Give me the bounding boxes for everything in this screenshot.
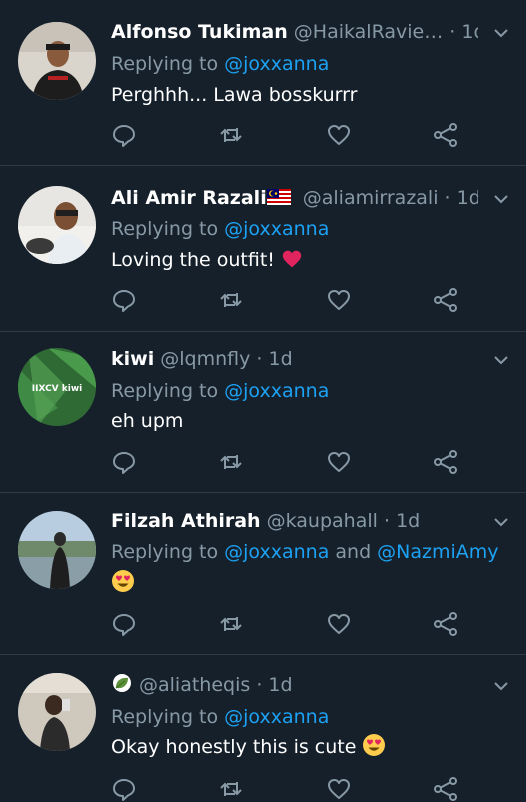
tweet-text-line bbox=[111, 569, 135, 597]
tweet-header: Filzah Athirah @kaupahall · 1d bbox=[111, 507, 478, 535]
replying-to: Replying to @joxxanna and @NazmiAmy bbox=[111, 538, 499, 566]
timestamp[interactable]: 1d bbox=[461, 21, 478, 43]
replying-prefix: Replying to bbox=[111, 541, 225, 563]
timestamp[interactable]: 1d bbox=[268, 674, 292, 696]
action-bar bbox=[111, 122, 457, 148]
tweet-text: Perghhh... Lawa bosskurrr bbox=[111, 84, 358, 106]
display-name[interactable]: Alfonso Tukiman bbox=[111, 21, 288, 43]
user-handle[interactable]: @HaikalRavie… bbox=[294, 21, 443, 43]
replying-to: Replying to @joxxanna bbox=[111, 377, 329, 405]
user-handle[interactable]: @aliatheqis bbox=[139, 674, 250, 696]
separator-dot: · bbox=[383, 510, 391, 532]
retweet-icon[interactable] bbox=[218, 611, 244, 637]
action-bar bbox=[111, 611, 457, 637]
replying-to: Replying to @joxxanna bbox=[111, 703, 329, 731]
tweet-header: @aliatheqis · 1d bbox=[111, 671, 478, 699]
retweet-icon[interactable] bbox=[218, 122, 244, 148]
replying-joiner: and bbox=[329, 541, 378, 563]
comment-icon[interactable] bbox=[111, 611, 137, 637]
user-handle[interactable]: @lqmnfly bbox=[160, 348, 250, 370]
tweet-header: Ali Amir Razali @aliamirrazali · 1d bbox=[111, 184, 478, 212]
red-heart-emoji-icon bbox=[282, 250, 302, 268]
tweet-text: Loving the outfit! bbox=[111, 249, 275, 271]
separator-dot: · bbox=[444, 187, 451, 209]
reply-tweet[interactable]: Filzah Athirah @kaupahall · 1d Replying … bbox=[0, 493, 526, 655]
tweet-header: kiwi @lqmnfly · 1d bbox=[111, 345, 478, 373]
heart-icon[interactable] bbox=[326, 611, 352, 637]
avatar[interactable] bbox=[18, 186, 96, 264]
avatar[interactable] bbox=[18, 511, 96, 589]
reply-tweet[interactable]: IIXCV kiwi kiwi @lqmnfly · 1d Replying t… bbox=[0, 332, 526, 493]
retweet-icon[interactable] bbox=[218, 287, 244, 313]
display-name[interactable]: Filzah Athirah bbox=[111, 510, 261, 532]
chevron-down-icon[interactable] bbox=[492, 513, 510, 531]
replying-to: Replying to @joxxanna bbox=[111, 215, 329, 243]
heart-icon[interactable] bbox=[326, 776, 352, 802]
replying-prefix: Replying to bbox=[111, 706, 225, 728]
mention-link[interactable]: @NazmiAmy bbox=[377, 541, 498, 563]
avatar[interactable]: IIXCV kiwi bbox=[18, 348, 96, 426]
display-name[interactable]: Ali Amir Razali bbox=[111, 187, 267, 209]
mention-link[interactable]: @joxxanna bbox=[224, 218, 329, 240]
malaysia-flag-icon bbox=[266, 189, 291, 205]
heart-eyes-emoji-icon bbox=[363, 734, 386, 756]
action-bar bbox=[111, 776, 457, 802]
separator-dot: · bbox=[256, 674, 263, 696]
chevron-down-icon[interactable] bbox=[492, 351, 510, 369]
action-bar bbox=[111, 287, 457, 313]
tweet-text: Okay honestly this is cute bbox=[111, 736, 357, 758]
tweet-text-line: Okay honestly this is cute bbox=[111, 733, 386, 761]
share-icon[interactable] bbox=[433, 122, 459, 148]
heart-icon[interactable] bbox=[326, 287, 352, 313]
share-icon[interactable] bbox=[433, 449, 459, 475]
share-icon[interactable] bbox=[433, 287, 459, 313]
tweet-text-line: Loving the outfit! bbox=[111, 246, 303, 274]
heart-eyes-emoji-icon bbox=[112, 570, 134, 592]
avatar[interactable] bbox=[18, 673, 96, 751]
comment-icon[interactable] bbox=[111, 449, 137, 475]
timestamp[interactable]: 1d bbox=[457, 187, 478, 209]
comment-icon[interactable] bbox=[111, 122, 137, 148]
reply-tweet[interactable]: Ali Amir Razali @aliamirrazali · 1d Repl… bbox=[0, 166, 526, 332]
timestamp[interactable]: 1d bbox=[269, 348, 293, 370]
share-icon[interactable] bbox=[433, 776, 459, 802]
tweet-text: eh upm bbox=[111, 410, 184, 432]
mention-link[interactable]: @joxxanna bbox=[224, 541, 329, 563]
chevron-down-icon[interactable] bbox=[492, 190, 510, 208]
chevron-down-icon[interactable] bbox=[492, 677, 510, 695]
replying-to: Replying to @joxxanna bbox=[111, 50, 329, 78]
replying-prefix: Replying to bbox=[111, 218, 225, 240]
display-name[interactable]: kiwi bbox=[111, 348, 154, 370]
reply-tweet[interactable]: Alfonso Tukiman @HaikalRavie… · 1d Reply… bbox=[0, 0, 526, 166]
user-handle[interactable]: @kaupahall bbox=[267, 510, 378, 532]
replying-prefix: Replying to bbox=[111, 380, 225, 402]
avatar[interactable] bbox=[18, 22, 96, 100]
action-bar bbox=[111, 449, 457, 475]
heart-icon[interactable] bbox=[326, 122, 352, 148]
mention-link[interactable]: @joxxanna bbox=[224, 706, 329, 728]
timestamp[interactable]: 1d bbox=[396, 510, 420, 532]
tweet-header: Alfonso Tukiman @HaikalRavie… · 1d bbox=[111, 18, 478, 46]
separator-dot: · bbox=[256, 348, 263, 370]
retweet-icon[interactable] bbox=[218, 449, 244, 475]
retweet-icon[interactable] bbox=[218, 776, 244, 802]
leaf-emoji-icon bbox=[113, 674, 131, 692]
chevron-down-icon[interactable] bbox=[492, 24, 510, 42]
replying-prefix: Replying to bbox=[111, 53, 225, 75]
comment-icon[interactable] bbox=[111, 287, 137, 313]
reply-tweet[interactable]: @aliatheqis · 1d Replying to @joxxanna O… bbox=[0, 655, 526, 802]
mention-link[interactable]: @joxxanna bbox=[224, 380, 329, 402]
avatar-overlay-text: IIXCV kiwi bbox=[32, 384, 83, 394]
user-handle[interactable]: @aliamirrazali bbox=[303, 187, 439, 209]
comment-icon[interactable] bbox=[111, 776, 137, 802]
mention-link[interactable]: @joxxanna bbox=[224, 53, 329, 75]
separator-dot: · bbox=[449, 21, 456, 43]
heart-icon[interactable] bbox=[326, 449, 352, 475]
share-icon[interactable] bbox=[433, 611, 459, 637]
